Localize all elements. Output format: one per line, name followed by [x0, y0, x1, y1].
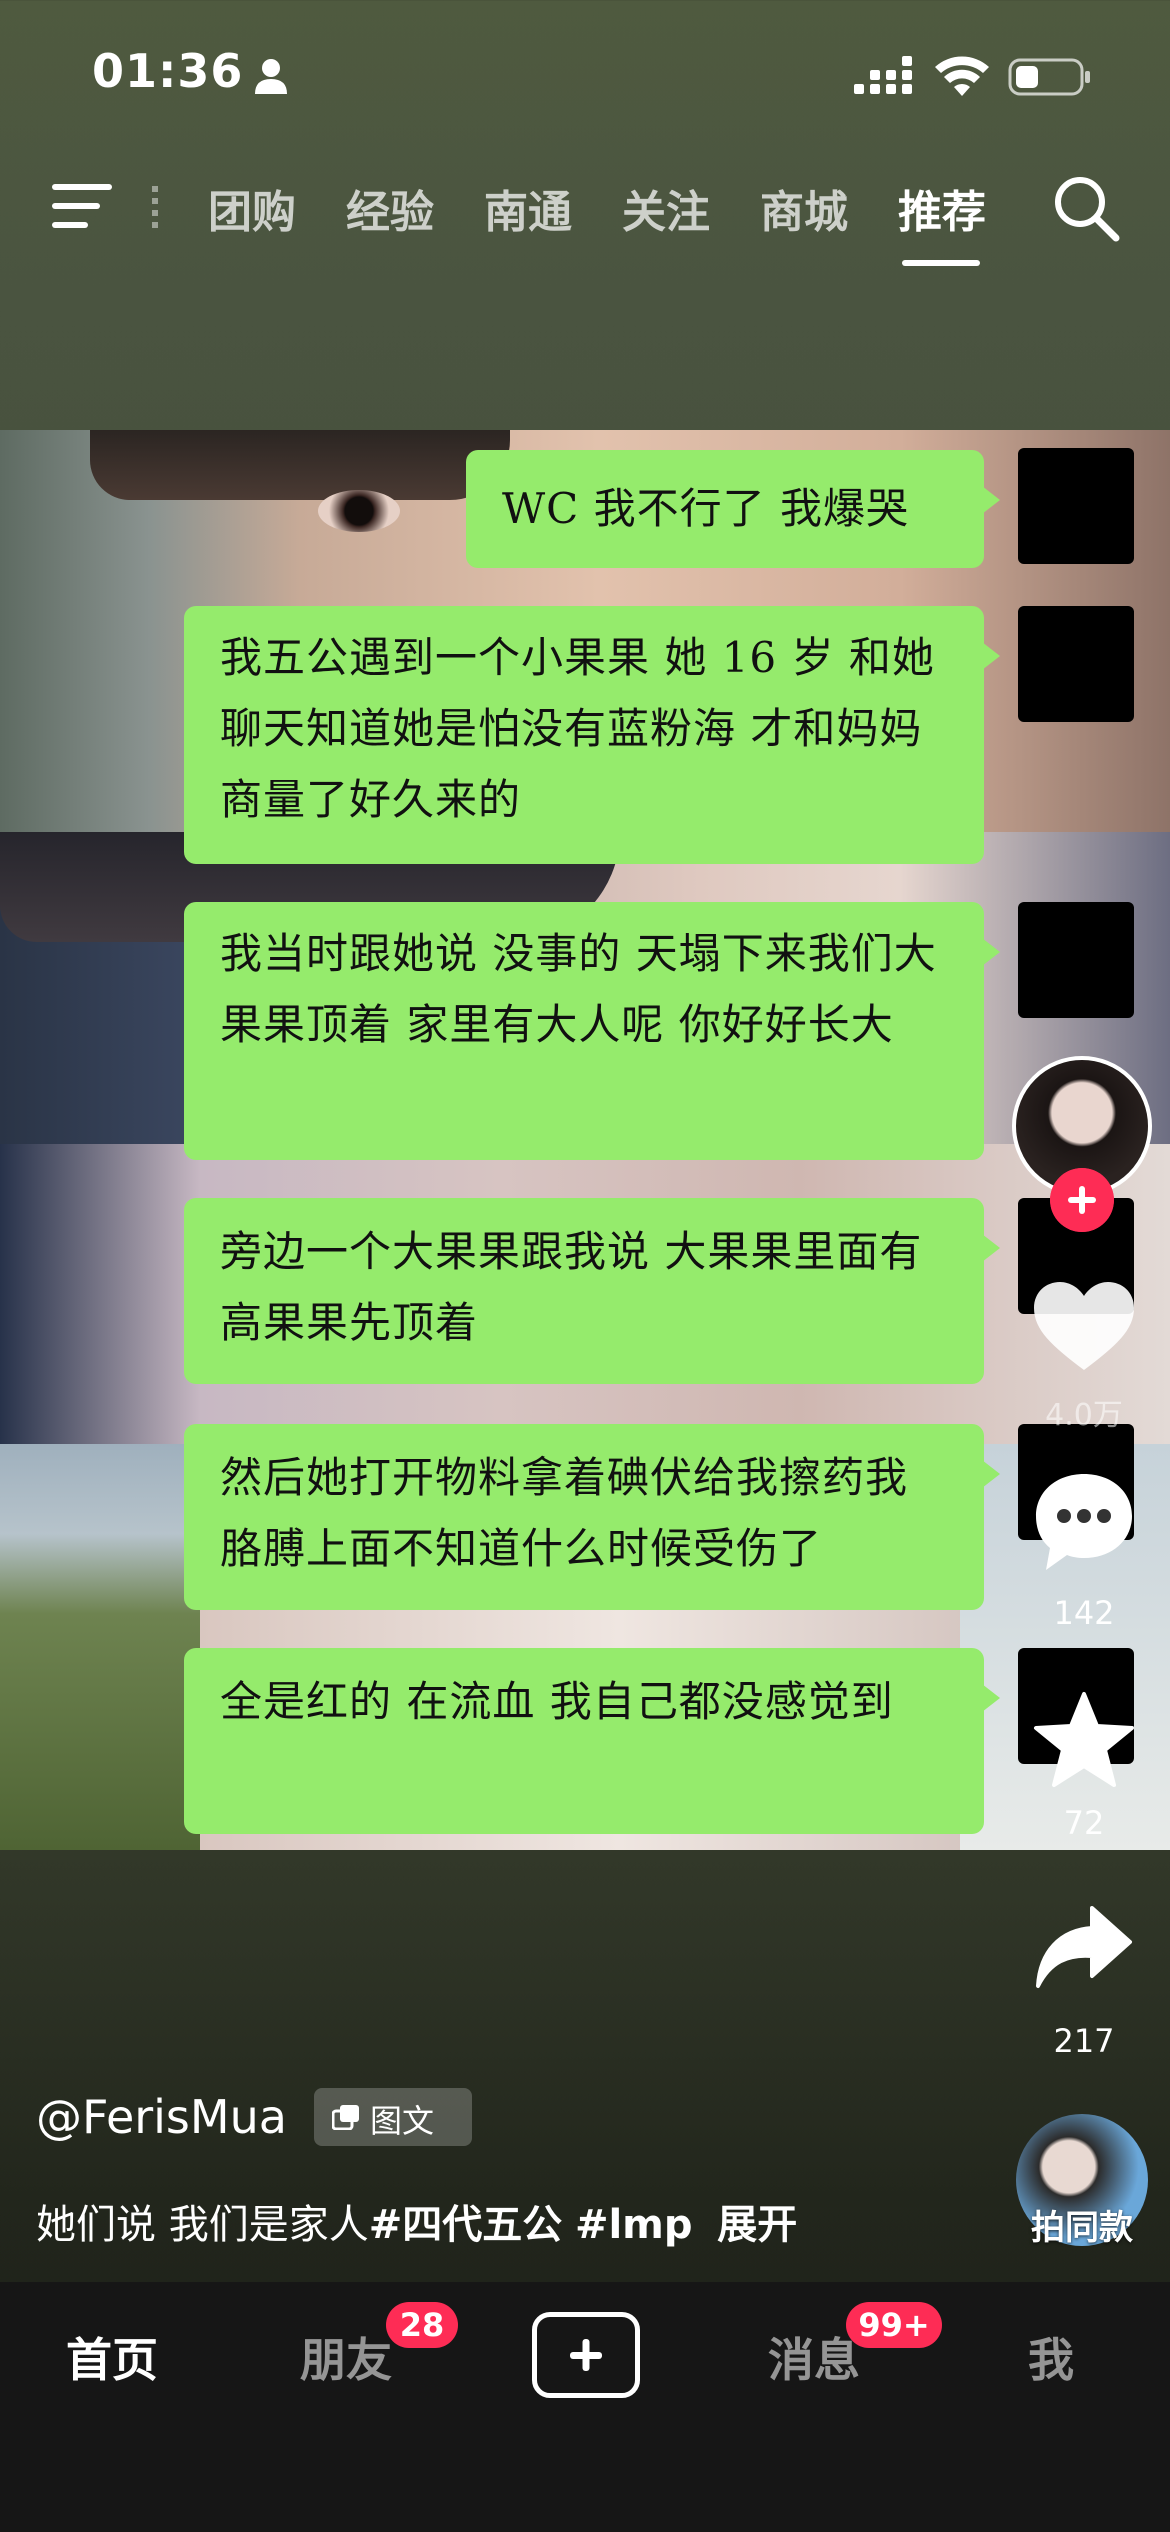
chat-bubble: 全是红的 在流血 我自己都没感觉到 — [184, 1648, 1000, 1834]
caption-text: 她们说 我们是家人 — [36, 2202, 369, 2248]
search-icon[interactable] — [1052, 174, 1120, 242]
chat-bubble: 然后她打开物料拿着碘伏给我擦药我胳膊上面不知道什么时候受伤了 — [184, 1424, 1000, 1610]
images-icon — [332, 2105, 359, 2130]
bottom-nav-friends[interactable]: 朋友 — [300, 2324, 392, 2390]
wifi-icon — [935, 56, 989, 96]
hashtag[interactable]: #lmp — [575, 2202, 693, 2248]
scroll-grip-icon — [152, 186, 158, 228]
like-heart-icon[interactable] — [1032, 1280, 1136, 1374]
expand-button[interactable]: 展开 — [717, 2202, 797, 2248]
tab-recommend[interactable]: 推荐 — [898, 176, 986, 240]
chat-bubble: 旁边一个大果果跟我说 大果果里面有高果果先顶着 — [184, 1198, 1000, 1384]
chat-avatar — [1018, 606, 1134, 722]
tab-following[interactable]: 关注 — [622, 176, 710, 240]
battery-icon — [1008, 58, 1090, 96]
share-count: 217 — [1053, 2022, 1115, 2060]
post-type-label: 图文 — [370, 2102, 435, 2140]
menu-icon[interactable] — [52, 180, 114, 232]
post-type-badge: 图文 — [314, 2088, 472, 2146]
post-caption[interactable]: 她们说 我们是家人#四代五公 #lmp 展开 — [36, 2192, 797, 2250]
plus-icon — [570, 2339, 602, 2371]
person-icon — [255, 59, 287, 94]
post-button[interactable] — [532, 2312, 640, 2398]
chat-bubble: 我当时跟她说 没事的 天塌下来我们大果果顶着 家里有大人呢 你好好长大 — [184, 902, 1000, 1160]
same-style-label[interactable]: 拍同款 — [990, 2200, 1170, 2249]
chat-bubble: WC 我不行了 我爆哭 — [466, 450, 1000, 568]
messages-badge: 99+ — [846, 2302, 942, 2348]
chat-bubble: 我五公遇到一个小果果 她 16 岁 和她聊天知道她是怕没有蓝粉海 才和妈妈商量了… — [184, 606, 1000, 864]
photo-detail — [318, 490, 400, 532]
friends-badge: 28 — [386, 2302, 458, 2348]
favorite-count: 72 — [1063, 1804, 1105, 1842]
tab-mall[interactable]: 商城 — [760, 176, 848, 240]
comment-icon[interactable] — [1032, 1470, 1136, 1574]
comment-count: 142 — [1053, 1594, 1115, 1632]
bottom-nav-me[interactable]: 我 — [1028, 2324, 1074, 2390]
share-arrow-icon[interactable] — [1034, 1904, 1134, 1994]
status-time: 01:36 — [92, 44, 244, 98]
post-image[interactable]: WC 我不行了 我爆哭 我五公遇到一个小果果 她 16 岁 和她聊天知道她是怕没… — [0, 430, 1170, 1850]
photo-detail — [90, 430, 510, 500]
follow-plus-icon[interactable] — [1050, 1168, 1114, 1232]
hashtag[interactable]: #四代五公 — [369, 2202, 563, 2248]
cellular-signal-icon — [854, 56, 912, 94]
bottom-nav-messages[interactable]: 消息 — [768, 2324, 860, 2390]
tab-experience[interactable]: 经验 — [346, 176, 434, 240]
chat-avatar — [1018, 902, 1134, 1018]
bottom-nav-home[interactable]: 首页 — [66, 2324, 158, 2390]
chat-avatar — [1018, 448, 1134, 564]
like-count: 4.0万 — [1045, 1398, 1123, 1433]
active-tab-indicator — [902, 260, 980, 266]
author-handle[interactable]: @FerisMua — [36, 2090, 287, 2144]
tab-nantong[interactable]: 南通 — [484, 176, 572, 240]
favorite-star-icon[interactable] — [1032, 1690, 1136, 1790]
tab-group-buy[interactable]: 团购 — [208, 176, 296, 240]
